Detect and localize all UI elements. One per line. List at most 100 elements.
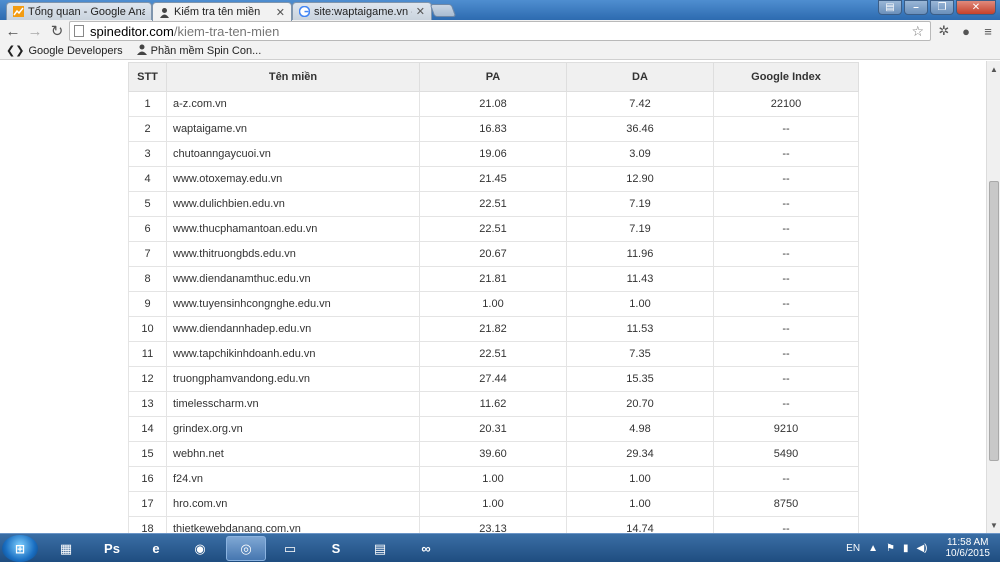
- language-indicator[interactable]: EN: [846, 543, 860, 554]
- bookmark-spin-content[interactable]: Phần mềm Spin Con...: [136, 44, 262, 58]
- maximize-button[interactable]: ❐: [930, 0, 954, 15]
- cell-da: 12.90: [566, 166, 714, 192]
- volume-icon[interactable]: ◀): [916, 543, 927, 554]
- tab-google-analytics[interactable]: Tổng quan - Google Anal: [6, 2, 152, 20]
- developers-icon: ❮❯: [6, 45, 25, 57]
- column-header-stt: STT: [128, 62, 167, 92]
- cell-stt: 7: [128, 241, 167, 267]
- cell-google-index: --: [713, 141, 859, 167]
- system-tray: EN ▲ ⚑ ▮ ◀) 11:58 AM 10/6/2015: [846, 537, 990, 559]
- tab-kiem-tra-ten-mien[interactable]: Kiểm tra tên miền ✕: [152, 2, 292, 21]
- cell-google-index: 22100: [713, 91, 859, 117]
- cell-da: 3.09: [566, 141, 714, 167]
- back-arrow-icon[interactable]: ←: [4, 22, 22, 40]
- cell-da: 11.96: [566, 241, 714, 267]
- cell-pa: 21.08: [419, 91, 567, 117]
- column-header-google-index: Google Index: [713, 62, 859, 92]
- scroll-down-icon[interactable]: ▼: [988, 519, 1000, 531]
- taskbar-app-grid[interactable]: ▦: [46, 536, 86, 561]
- cell-pa: 11.62: [419, 391, 567, 417]
- minimize-button[interactable]: –: [904, 0, 928, 15]
- table-row: 7 www.thitruongbds.edu.vn 20.67 11.96 --: [128, 241, 859, 267]
- window-controls: ▤ – ❐ ✕: [878, 0, 996, 15]
- tab-google-search[interactable]: site:waptaigame.vn - Tìm ✕: [292, 2, 432, 20]
- table-row: 3 chutoanngaycuoi.vn 19.06 3.09 --: [128, 141, 859, 167]
- cell-pa: 16.83: [419, 116, 567, 142]
- new-tab-button[interactable]: [429, 4, 457, 17]
- close-window-button[interactable]: ✕: [956, 0, 996, 15]
- taskbar-app-ie[interactable]: e: [136, 536, 176, 561]
- page-content: STT Tên miền PA DA Google Index 1 a-z.com…: [0, 61, 986, 533]
- cell-google-index: --: [713, 366, 859, 392]
- cell-google-index: 5490: [713, 441, 859, 467]
- start-button[interactable]: ⊞: [2, 535, 38, 562]
- tab-label: site:waptaigame.vn - Tìm: [314, 5, 412, 18]
- bookmark-label: Phần mềm Spin Con...: [150, 44, 262, 57]
- bookmark-star-icon[interactable]: ☆: [911, 23, 924, 40]
- bookmark-google-developers[interactable]: ❮❯ Google Developers: [6, 44, 123, 58]
- taskbar-app-firefox[interactable]: ◉: [180, 536, 220, 561]
- cell-domain: www.thucphamantoan.edu.vn: [166, 216, 420, 242]
- vertical-scrollbar[interactable]: ▲ ▼: [986, 61, 1000, 533]
- network-icon[interactable]: ▮: [903, 543, 909, 554]
- url-path: /kiem-tra-ten-mien: [173, 23, 280, 39]
- scroll-up-icon[interactable]: ▲: [988, 63, 1000, 75]
- cell-stt: 8: [128, 266, 167, 292]
- toolbar-extensions: ✲ ● ≡: [936, 23, 996, 39]
- table-row: 8 www.diendanamthuc.edu.vn 21.81 11.43 --: [128, 266, 859, 292]
- cell-google-index: --: [713, 291, 859, 317]
- scrollbar-thumb[interactable]: [989, 181, 999, 461]
- cell-google-index: --: [713, 516, 859, 533]
- cell-domain: www.diendanamthuc.edu.vn: [166, 266, 420, 292]
- cell-domain: www.diendannhadep.edu.vn: [166, 316, 420, 342]
- cell-google-index: --: [713, 241, 859, 267]
- cell-google-index: --: [713, 191, 859, 217]
- extension-gear-icon[interactable]: ✲: [936, 23, 952, 39]
- table-row: 16 f24.vn 1.00 1.00 --: [128, 466, 859, 492]
- extension-user-icon[interactable]: ●: [958, 23, 974, 39]
- cell-domain: waptaigame.vn: [166, 116, 420, 142]
- cell-da: 1.00: [566, 466, 714, 492]
- close-icon[interactable]: ✕: [416, 5, 425, 18]
- table-row: 9 www.tuyensinhcongnghe.edu.vn 1.00 1.00 --: [128, 291, 859, 317]
- cell-da: 20.70: [566, 391, 714, 417]
- cell-stt: 15: [128, 441, 167, 467]
- table-header-row: STT Tên miền PA DA Google Index: [128, 62, 859, 92]
- cell-stt: 2: [128, 116, 167, 142]
- cell-google-index: --: [713, 316, 859, 342]
- cell-stt: 18: [128, 516, 167, 533]
- cell-da: 1.00: [566, 291, 714, 317]
- address-bar[interactable]: spineditor.com/kiem-tra-ten-mien ☆: [69, 21, 931, 41]
- column-header-da: DA: [566, 62, 714, 92]
- cell-da: 11.53: [566, 316, 714, 342]
- menu-icon[interactable]: ≡: [980, 23, 996, 39]
- reload-icon[interactable]: ↻: [48, 22, 66, 40]
- taskbar-app-chrome[interactable]: ◎: [226, 536, 266, 561]
- cell-pa: 23.13: [419, 516, 567, 533]
- tab-label: Tổng quan - Google Anal: [28, 5, 145, 18]
- tray-expand-icon[interactable]: ▲: [868, 543, 878, 554]
- cell-stt: 1: [128, 91, 167, 117]
- taskbar-app-explorer[interactable]: ▤: [360, 536, 400, 561]
- clock[interactable]: 11:58 AM 10/6/2015: [946, 537, 991, 559]
- taskbar-app-network[interactable]: ∞: [406, 536, 446, 561]
- cell-da: 11.43: [566, 266, 714, 292]
- close-icon[interactable]: ✕: [276, 6, 285, 19]
- table-row: 10 www.diendannhadep.edu.vn 21.82 11.53 --: [128, 316, 859, 342]
- taskbar-app-folder-green[interactable]: ▭: [270, 536, 310, 561]
- forward-arrow-icon[interactable]: →: [26, 22, 44, 40]
- flag-icon[interactable]: ⚑: [886, 543, 895, 554]
- table-row: 2 waptaigame.vn 16.83 36.46 --: [128, 116, 859, 142]
- cell-stt: 16: [128, 466, 167, 492]
- cell-pa: 19.06: [419, 141, 567, 167]
- cell-domain: www.otoxemay.edu.vn: [166, 166, 420, 192]
- user-profile-button[interactable]: ▤: [878, 0, 902, 15]
- cell-pa: 1.00: [419, 466, 567, 492]
- tab-label: Kiểm tra tên miền: [174, 6, 261, 18]
- taskbar-app-skype[interactable]: S: [316, 536, 356, 561]
- taskbar-app-photoshop[interactable]: Ps: [92, 536, 132, 561]
- cell-pa: 22.51: [419, 216, 567, 242]
- cell-pa: 22.51: [419, 191, 567, 217]
- cell-domain: thietkewebdanang.com.vn: [166, 516, 420, 533]
- cell-stt: 12: [128, 366, 167, 392]
